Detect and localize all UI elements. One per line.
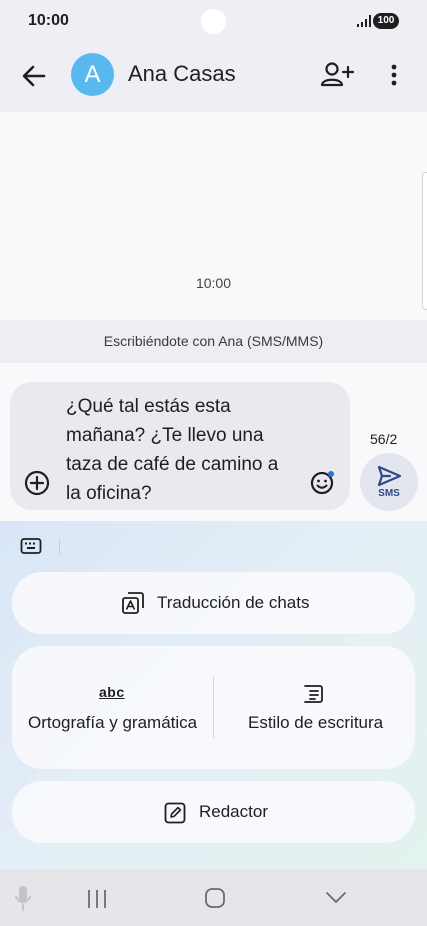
redactor-label: Redactor [199, 802, 268, 821]
spelling-grammar-button[interactable] [12, 646, 213, 769]
back-arrow-icon[interactable] [20, 62, 48, 90]
spell-check-icon: abc [99, 684, 125, 700]
home-icon[interactable] [204, 887, 226, 909]
translate-icon [122, 592, 144, 614]
conversation-timestamp: 10:00 [195, 275, 232, 291]
writing-style-icon [304, 685, 323, 703]
hide-keyboard-icon[interactable] [325, 891, 347, 905]
microphone-icon[interactable] [13, 884, 33, 912]
emoji-icon[interactable] [310, 469, 336, 495]
signal-icon [357, 15, 371, 27]
attach-plus-icon[interactable] [24, 470, 50, 496]
writing-style-button[interactable] [214, 646, 415, 769]
keyboard-icon[interactable] [20, 536, 42, 556]
toolbar-divider [59, 539, 60, 555]
spelling-grammar-label: Ortografía y gramática [28, 713, 198, 732]
message-text[interactable]: ¿Qué tal estás esta mañana? ¿Te llevo un… [66, 392, 326, 508]
contact-name[interactable]: Ana Casas [128, 61, 236, 87]
battery-icon: 100 [373, 13, 399, 29]
status-time: 10:00 [28, 12, 69, 29]
conversation-info: Escribiéndote con Ana (SMS/MMS) [0, 320, 427, 363]
more-options-icon[interactable] [382, 62, 406, 88]
chat-translation-label: Traducción de chats [157, 593, 310, 612]
edit-pencil-icon [164, 802, 186, 824]
avatar[interactable]: A [71, 53, 114, 96]
send-icon[interactable] [376, 464, 402, 488]
add-person-icon[interactable] [320, 60, 354, 90]
recents-icon[interactable] [86, 889, 108, 909]
writing-style-label: Estilo de escritura [248, 713, 384, 732]
send-sms-label[interactable]: SMS [360, 488, 418, 499]
camera-cutout [201, 9, 226, 34]
char-counter: 56/2 [370, 431, 398, 447]
